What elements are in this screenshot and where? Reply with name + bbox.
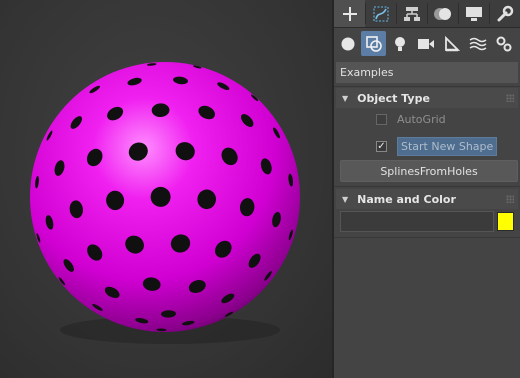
category-toolbar (334, 31, 520, 57)
tab-modify[interactable] (365, 0, 396, 27)
rollout-grip-icon[interactable] (506, 195, 514, 203)
rollout-grip-icon[interactable] (506, 94, 514, 102)
tab-display[interactable] (458, 0, 489, 27)
autogrid-label: AutoGrid (397, 113, 446, 126)
modify-icon (372, 5, 389, 22)
object-type-rollout-header[interactable]: ▼ Object Type (336, 88, 518, 108)
collapse-triangle-icon: ▼ (342, 194, 349, 204)
object-color-swatch[interactable] (497, 212, 514, 231)
start-new-shape-row: ✓ Start New Shape (376, 137, 498, 156)
splines-from-holes-label: SplinesFromHoles (380, 164, 478, 178)
viewport[interactable] (0, 0, 332, 378)
tab-motion[interactable] (427, 0, 458, 27)
name-and-color-title: Name and Color (357, 192, 456, 206)
category-space-warps[interactable] (465, 31, 490, 56)
category-helpers[interactable] (439, 31, 464, 56)
sphere-icon (341, 37, 354, 50)
rollout-separator (334, 186, 520, 187)
motion-icon (433, 7, 451, 20)
camera-icon (417, 38, 434, 49)
tab-hierarchy[interactable] (396, 0, 427, 27)
splines-from-holes-button[interactable]: SplinesFromHoles (340, 160, 518, 182)
object-name-field[interactable] (340, 211, 494, 232)
display-icon (465, 6, 482, 21)
name-and-color-rollout-header[interactable]: ▼ Name and Color (336, 189, 518, 209)
autogrid-row: AutoGrid (376, 113, 446, 126)
category-cameras[interactable] (413, 31, 438, 56)
systems-gears-icon (496, 36, 511, 51)
tab-utilities[interactable] (489, 0, 520, 27)
category-shapes[interactable] (361, 31, 386, 56)
start-new-shape-checkbox[interactable]: ✓ (376, 141, 387, 152)
autogrid-checkbox[interactable] (376, 114, 387, 125)
hierarchy-icon (403, 6, 420, 21)
viewport-canvas (30, 62, 300, 344)
rollout-separator (334, 237, 520, 238)
shapes-icon (365, 35, 382, 52)
start-new-shape-label[interactable]: Start New Shape (397, 137, 498, 156)
command-panel: Examples ▼ Object Type AutoGrid ✓ Start … (334, 0, 520, 378)
rollout-separator (334, 86, 520, 87)
wrench-icon (497, 5, 513, 21)
collapse-triangle-icon: ▼ (342, 93, 349, 103)
category-dropdown-value: Examples (340, 66, 394, 79)
category-dropdown[interactable]: Examples (336, 62, 518, 83)
object-type-title: Object Type (357, 91, 430, 105)
ruler-triangle-icon (444, 35, 460, 51)
command-panel-tabs (334, 0, 520, 28)
category-systems[interactable] (491, 31, 516, 56)
light-bulb-icon (394, 36, 405, 51)
space-warps-icon (469, 37, 486, 50)
tab-create[interactable] (334, 0, 365, 27)
category-geometry[interactable] (335, 31, 360, 56)
category-lights[interactable] (387, 31, 412, 56)
plus-icon (342, 6, 357, 21)
